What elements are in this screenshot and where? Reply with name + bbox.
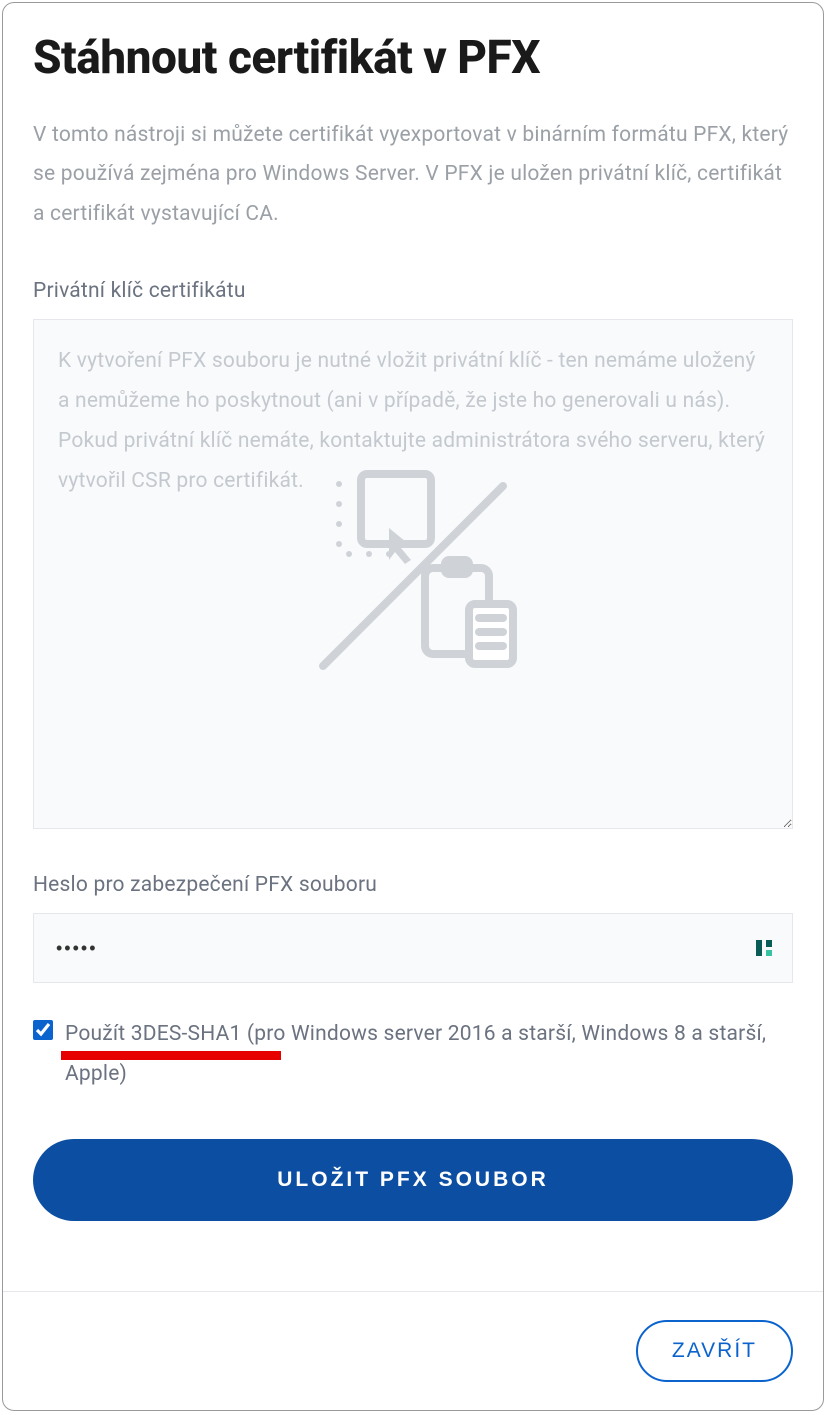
close-button[interactable]: ZAVŘÍT: [636, 1320, 793, 1382]
save-pfx-button[interactable]: ULOŽIT PFX SOUBOR: [33, 1139, 793, 1221]
password-label: Heslo pro zabezpečení PFX souboru: [33, 873, 793, 897]
private-key-label: Privátní klíč certifikátu: [33, 279, 793, 303]
password-field-wrapper: [33, 913, 793, 983]
modal-description: V tomto nástroji si můžete certifikát vy…: [33, 116, 793, 236]
password-input[interactable]: [33, 913, 793, 983]
download-pfx-modal: Stáhnout certifikát v PFX V tomto nástro…: [2, 2, 824, 1411]
private-key-textarea[interactable]: [33, 319, 793, 829]
private-key-field-wrapper: [33, 319, 793, 833]
modal-body: Stáhnout certifikát v PFX V tomto nástro…: [3, 3, 823, 1291]
3des-checkbox[interactable]: [33, 1020, 53, 1040]
modal-title: Stáhnout certifikát v PFX: [33, 33, 793, 84]
3des-option-row: Použít 3DES-SHA1 (pro Windows server 201…: [33, 1015, 793, 1095]
modal-footer: ZAVŘÍT: [3, 1291, 823, 1410]
password-manager-icon[interactable]: [755, 939, 773, 957]
highlight-underline: [61, 1051, 281, 1060]
